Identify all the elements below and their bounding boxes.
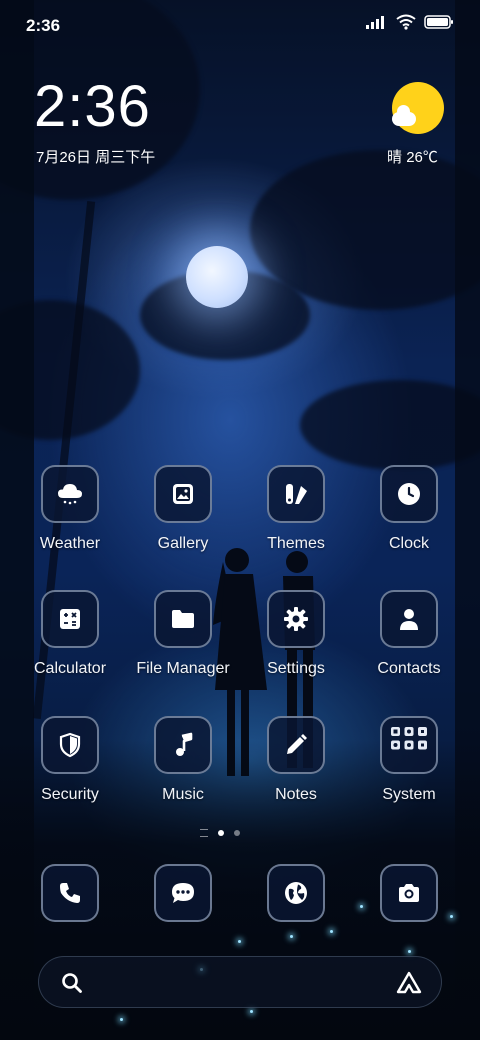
calculator-icon bbox=[60, 609, 80, 629]
weather-temperature: 26℃ bbox=[406, 149, 438, 166]
shield-icon bbox=[59, 732, 81, 758]
app-label: Calculator bbox=[33, 660, 107, 677]
page-indicator[interactable] bbox=[200, 829, 240, 837]
app-contacts[interactable]: Contacts bbox=[354, 590, 464, 678]
page-list-icon bbox=[200, 829, 208, 837]
person-icon bbox=[400, 609, 418, 630]
status-time: 2:36 bbox=[26, 16, 61, 35]
image-icon bbox=[173, 484, 193, 504]
app-label: Music bbox=[162, 786, 204, 803]
app-label: Weather bbox=[39, 535, 101, 552]
search-icon bbox=[62, 973, 82, 993]
app-weather[interactable]: Weather bbox=[15, 465, 125, 553]
app-settings[interactable]: Settings bbox=[241, 590, 351, 678]
app-clock[interactable]: Clock bbox=[354, 465, 464, 553]
page-dot bbox=[234, 830, 240, 836]
weather-condition: 晴 bbox=[387, 149, 403, 166]
app-security[interactable]: Security bbox=[15, 716, 125, 804]
themes-icon bbox=[286, 484, 307, 504]
app-label: System bbox=[382, 786, 436, 803]
dock-camera[interactable] bbox=[354, 864, 464, 922]
app-label: Settings bbox=[267, 660, 325, 677]
app-label: Gallery bbox=[157, 535, 209, 552]
clock-widget-time[interactable]: 2:36 bbox=[34, 78, 151, 136]
app-music[interactable]: Music bbox=[128, 716, 238, 804]
app-notes[interactable]: Notes bbox=[241, 716, 351, 804]
app-label: Contacts bbox=[377, 660, 441, 677]
browser-globe-icon bbox=[285, 882, 307, 904]
app-calculator[interactable]: Calculator bbox=[15, 590, 125, 678]
app-label: File Manager bbox=[136, 660, 230, 677]
app-label: Notes bbox=[275, 786, 317, 803]
app-label: Security bbox=[41, 786, 99, 803]
page-dot-active bbox=[218, 830, 224, 836]
phone-icon bbox=[60, 883, 80, 903]
moon bbox=[186, 246, 248, 308]
camera-icon bbox=[399, 884, 419, 902]
folder-grid-icon bbox=[391, 727, 427, 750]
app-gallery[interactable]: Gallery bbox=[128, 465, 238, 553]
cloud-icon bbox=[392, 105, 416, 126]
folder-icon bbox=[172, 610, 194, 628]
status-bar: 2:36 bbox=[0, 0, 480, 50]
clock-icon bbox=[398, 483, 420, 505]
clock-widget-date: 7月26日 周三下午 bbox=[36, 149, 156, 166]
app-label: Clock bbox=[388, 535, 429, 552]
app-themes[interactable]: Themes bbox=[241, 465, 351, 553]
dock-phone[interactable] bbox=[15, 864, 125, 922]
status-icons bbox=[366, 14, 454, 30]
gear-icon bbox=[284, 607, 308, 631]
dock-messages[interactable] bbox=[128, 864, 238, 922]
dock-browser[interactable] bbox=[241, 864, 351, 922]
weather-summary: 晴 26℃ bbox=[387, 146, 438, 167]
signal-icon bbox=[366, 16, 384, 29]
music-note-icon bbox=[176, 732, 193, 756]
wifi-icon bbox=[396, 14, 416, 30]
assistant-icon[interactable] bbox=[395, 970, 423, 996]
search-bar[interactable] bbox=[38, 956, 442, 1008]
app-label: Themes bbox=[267, 535, 325, 552]
battery-icon bbox=[424, 15, 453, 29]
message-icon bbox=[172, 883, 194, 903]
pencil-icon bbox=[287, 734, 307, 754]
app-file-manager[interactable]: File Manager bbox=[128, 590, 238, 678]
weather-cloud-icon bbox=[58, 484, 82, 505]
app-system-folder[interactable]: System bbox=[354, 716, 464, 804]
